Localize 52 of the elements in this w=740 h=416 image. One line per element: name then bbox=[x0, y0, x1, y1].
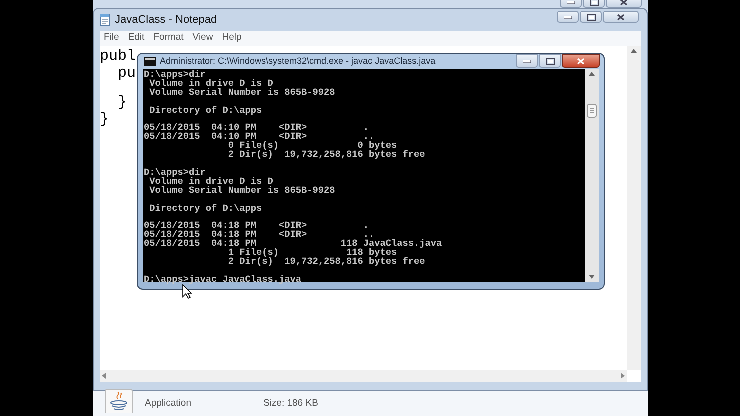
code-line: pu bbox=[117, 65, 136, 82]
console-line: D:\apps>dir bbox=[144, 69, 206, 80]
notepad-icon bbox=[100, 14, 110, 26]
minimize-icon[interactable] bbox=[564, 16, 572, 18]
code-line: publ bbox=[100, 48, 136, 65]
console-line: Directory of D:\apps bbox=[148, 104, 262, 116]
maximize-button[interactable] bbox=[580, 11, 602, 23]
code-line: } bbox=[100, 111, 110, 128]
menu-item[interactable]: Edit bbox=[128, 31, 145, 46]
horizontal-scrollbar[interactable] bbox=[100, 370, 627, 382]
window-title: JavaClass - Notepad bbox=[115, 12, 218, 28]
close-button[interactable] bbox=[562, 54, 600, 68]
vertical-scrollbar[interactable] bbox=[627, 46, 641, 370]
close-button[interactable] bbox=[603, 11, 639, 23]
menu-item[interactable]: Help bbox=[222, 31, 242, 46]
console-icon bbox=[144, 57, 156, 66]
maximize-button[interactable] bbox=[539, 54, 561, 68]
console-line: Directory of D:\apps bbox=[148, 202, 262, 214]
console-line: Volume in drive D is D bbox=[150, 78, 274, 89]
console-line: D:\apps>javac JavaClass.java bbox=[144, 274, 302, 285]
console-line: 0 File(s) 0 bytes bbox=[227, 140, 398, 152]
menu-item[interactable]: View bbox=[192, 31, 214, 46]
console-line: D:\apps>dir bbox=[144, 166, 206, 178]
mouse-pointer-icon bbox=[182, 284, 192, 299]
menu-item[interactable]: File bbox=[104, 31, 120, 46]
console-line: Volume Serial Number is 865B-9928 bbox=[148, 86, 336, 98]
minimize-icon[interactable] bbox=[567, 0, 575, 4]
maximize-icon[interactable] bbox=[590, 0, 598, 6]
minimize-icon[interactable] bbox=[523, 60, 531, 62]
console-line: Volume in drive D is D bbox=[150, 176, 274, 187]
file-type: Application bbox=[145, 396, 192, 411]
maximize-icon[interactable] bbox=[586, 14, 596, 20]
scroll-right-icon[interactable] bbox=[619, 372, 627, 380]
console-line: 2 Dir(s) 19,732,258,816 bytes free bbox=[227, 256, 426, 267]
file-size: Size: 186 KB bbox=[263, 396, 318, 411]
vertical-scrollbar[interactable] bbox=[585, 69, 599, 282]
close-icon[interactable] bbox=[617, 14, 625, 20]
console-line: 05/18/2015 04:18 PM <DIR> .. bbox=[144, 229, 375, 240]
console-line: 1 File(s) 118 bytes bbox=[227, 247, 398, 258]
console-line: 05/18/2015 04:18 PM 118 JavaClass.java bbox=[144, 238, 442, 250]
scroll-left-icon[interactable] bbox=[100, 372, 108, 380]
window-title: Administrator: C:\Windows\system32\cmd.exe - javac JavaClass.java bbox=[160, 54, 436, 68]
console-line: Volume Serial Number is 865B-9928 bbox=[148, 184, 336, 196]
close-icon[interactable] bbox=[620, 0, 628, 6]
scroll-thumb[interactable] bbox=[587, 104, 597, 118]
console-line: 05/18/2015 04:10 PM <DIR> . bbox=[144, 122, 370, 134]
code-line: } bbox=[117, 94, 128, 111]
console-line: 2 Dir(s) 19,732,258,816 bytes free bbox=[227, 149, 426, 160]
menu-item[interactable]: Format bbox=[154, 31, 184, 46]
maximize-icon[interactable] bbox=[546, 58, 554, 64]
console-line: 05/18/2015 04:10 PM <DIR> .. bbox=[144, 131, 375, 142]
console-line: 05/18/2015 04:18 PM <DIR> . bbox=[144, 220, 370, 232]
